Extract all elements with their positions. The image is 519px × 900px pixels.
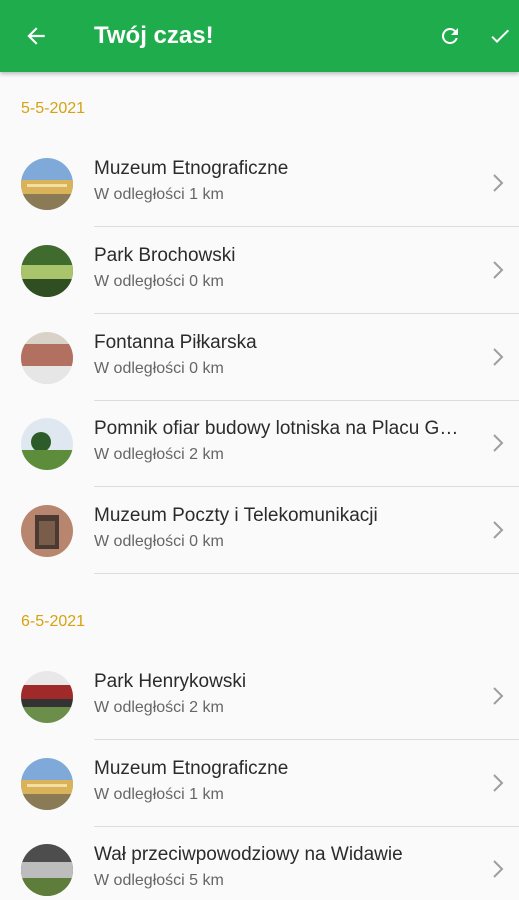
arrow-back-icon (27, 27, 45, 45)
list-item[interactable]: Muzeum Poczty i Telekomunikacji W odległ… (0, 487, 519, 574)
place-name: Park Brochowski (94, 245, 236, 266)
list-item[interactable]: Fontanna Piłkarska W odległości 0 km (0, 314, 519, 401)
place-distance: W odległości 1 km (94, 786, 224, 803)
refresh-button[interactable] (428, 14, 472, 58)
chevron-right-icon (493, 687, 504, 705)
place-thumbnail (21, 671, 73, 723)
list-item[interactable]: Muzeum Etnograficzne W odległości 1 km (0, 740, 519, 827)
place-thumbnail (21, 758, 73, 810)
place-distance: W odległości 1 km (94, 186, 224, 203)
place-name: Muzeum Etnograficzne (94, 158, 289, 179)
place-distance: W odległości 2 km (94, 446, 224, 463)
chevron-right-icon (493, 434, 504, 452)
chevron-right-icon (493, 174, 504, 192)
place-distance: W odległości 0 km (94, 360, 224, 377)
place-thumbnail (21, 332, 73, 384)
place-name: Fontanna Piłkarska (94, 332, 257, 353)
chevron-right-icon (493, 860, 504, 878)
divider (94, 573, 519, 574)
list-item[interactable]: Wał przeciwpowodziowy na Widawie W odleg… (0, 826, 519, 900)
refresh-icon (441, 27, 458, 44)
place-distance: W odległości 0 km (94, 273, 224, 290)
place-distance: W odległości 2 km (94, 699, 224, 716)
back-button[interactable] (14, 14, 58, 58)
list-item[interactable]: Pomnik ofiar budowy lotniska na Placu G…… (0, 400, 519, 487)
place-thumbnail (21, 245, 73, 297)
chevron-right-icon (493, 521, 504, 539)
place-distance: W odległości 5 km (94, 872, 224, 889)
chevron-right-icon (493, 261, 504, 279)
section-date: 6-5-2021 (21, 613, 86, 630)
place-name: Muzeum Etnograficzne (94, 758, 289, 779)
place-thumbnail (21, 418, 73, 470)
check-icon (491, 29, 509, 43)
list-item[interactable]: Park Brochowski W odległości 0 km (0, 227, 519, 314)
page-title: Twój czas! (94, 22, 214, 49)
confirm-button[interactable] (478, 14, 519, 58)
section-date: 5-5-2021 (21, 100, 86, 117)
place-name: Pomnik ofiar budowy lotniska na Placu G… (94, 418, 459, 439)
list-item[interactable]: Muzeum Etnograficzne W odległości 1 km (0, 140, 519, 227)
chevron-right-icon (493, 348, 504, 366)
place-thumbnail (21, 844, 73, 896)
list-item[interactable]: Park Henrykowski W odległości 2 km (0, 653, 519, 740)
place-thumbnail (21, 505, 73, 557)
place-name: Wał przeciwpowodziowy na Widawie (94, 844, 403, 865)
place-thumbnail (21, 158, 73, 210)
place-name: Park Henrykowski (94, 671, 247, 692)
place-name: Muzeum Poczty i Telekomunikacji (94, 505, 378, 526)
app-bar: Twój czas! (0, 0, 519, 72)
place-distance: W odległości 0 km (94, 533, 224, 550)
chevron-right-icon (493, 774, 504, 792)
